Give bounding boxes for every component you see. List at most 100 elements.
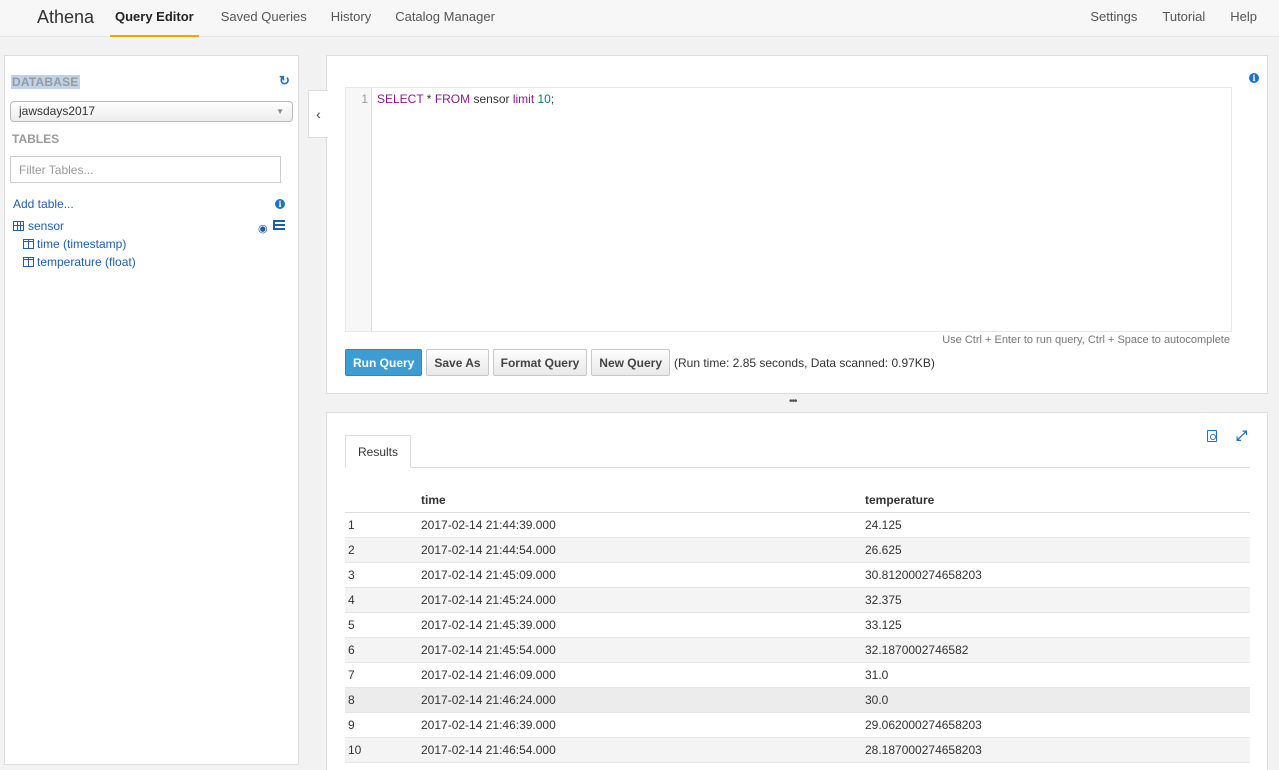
- query-editor-panel: i 1 SELECT * FROM sensor limit 10; Use C…: [326, 55, 1268, 394]
- collapse-sidebar-button[interactable]: ‹: [308, 90, 328, 138]
- row-index: 1: [345, 512, 421, 538]
- save-as-button[interactable]: Save As: [426, 349, 489, 376]
- info-icon[interactable]: i: [275, 199, 285, 209]
- sql-code-line[interactable]: SELECT * FROM sensor limit 10;: [377, 92, 554, 106]
- cell-time: 2017-02-14 21:45:24.000: [421, 587, 865, 613]
- cell-temperature: 30.812000274658203: [865, 562, 1250, 588]
- sql-keyword: FROM: [434, 92, 471, 106]
- sql-text: sensor: [470, 92, 513, 106]
- column-icon: [23, 239, 34, 249]
- table-row: 5 2017-02-14 21:45:39.000 33.125: [345, 612, 1250, 638]
- column-header-time: time: [421, 487, 865, 513]
- nav-saved-queries[interactable]: Saved Queries: [209, 0, 319, 37]
- editor-gutter: 1: [346, 88, 372, 331]
- row-index: 7: [345, 662, 421, 688]
- cell-temperature: 31.0: [865, 662, 1250, 688]
- row-index: 5: [345, 612, 421, 638]
- cell-temperature: 26.625: [865, 537, 1250, 563]
- table-row: 8 2017-02-14 21:46:24.000 30.0: [345, 687, 1250, 713]
- database-select-value: jawsdays2017: [19, 104, 96, 118]
- cell-time: 2017-02-14 21:45:09.000: [421, 562, 865, 588]
- expand-icon[interactable]: ⤢: [1236, 427, 1247, 444]
- nav-query-editor[interactable]: Query Editor: [110, 0, 199, 37]
- results-table: time temperature 1 2017-02-14 21:44:39.0…: [345, 487, 1250, 763]
- nav-history[interactable]: History: [319, 0, 383, 37]
- pdf-download-icon[interactable]: [1207, 430, 1217, 442]
- cell-temperature: 33.125: [865, 612, 1250, 638]
- secondary-nav: Settings Tutorial Help: [1065, 0, 1257, 37]
- sql-text: ;: [550, 92, 555, 106]
- cell-time: 2017-02-14 21:46:09.000: [421, 662, 865, 688]
- info-icon[interactable]: i: [1249, 73, 1259, 83]
- row-index: 9: [345, 712, 421, 738]
- chevron-left-icon: ‹: [316, 106, 321, 122]
- column-icon: [23, 257, 34, 267]
- tables-label: TABLES: [12, 132, 60, 146]
- table-header-row: time temperature: [345, 487, 1250, 513]
- run-query-button[interactable]: Run Query: [345, 349, 423, 376]
- cell-time: 2017-02-14 21:45:54.000: [421, 637, 865, 663]
- eye-icon[interactable]: ◉: [258, 222, 268, 235]
- run-stats: (Run time: 2.85 seconds, Data scanned: 0…: [674, 355, 935, 370]
- nav-help[interactable]: Help: [1205, 0, 1257, 37]
- row-index: 3: [345, 562, 421, 588]
- filter-tables-input[interactable]: [10, 156, 281, 183]
- nav-settings[interactable]: Settings: [1065, 0, 1137, 37]
- top-navbar: Athena Query Editor Saved Queries Histor…: [0, 0, 1279, 37]
- table-item-sensor[interactable]: sensor: [13, 219, 64, 233]
- table-row: 7 2017-02-14 21:46:09.000 31.0: [345, 662, 1250, 688]
- column-item-time[interactable]: time (timestamp): [23, 237, 126, 251]
- new-query-button[interactable]: New Query: [591, 349, 670, 376]
- column-name: time (timestamp): [37, 237, 127, 251]
- cell-temperature: 29.062000274658203: [865, 712, 1250, 738]
- table-row: 9 2017-02-14 21:46:39.000 29.06200027465…: [345, 712, 1250, 738]
- editor-shortcut-hint: Use Ctrl + Enter to run query, Ctrl + Sp…: [942, 334, 1230, 346]
- row-index: 2: [345, 537, 421, 563]
- column-item-temperature[interactable]: temperature (float): [23, 255, 136, 269]
- table-row: 2 2017-02-14 21:44:54.000 26.625: [345, 537, 1250, 563]
- column-name: temperature (float): [37, 255, 136, 269]
- refresh-icon[interactable]: ↻: [279, 74, 293, 88]
- cell-temperature: 30.0: [865, 687, 1250, 713]
- sql-editor[interactable]: 1 SELECT * FROM sensor limit 10;: [345, 87, 1232, 332]
- add-table-link[interactable]: Add table...: [13, 197, 74, 211]
- nav-catalog-manager[interactable]: Catalog Manager: [383, 0, 507, 37]
- cell-time: 2017-02-14 21:45:39.000: [421, 612, 865, 638]
- database-select[interactable]: jawsdays2017 ▼: [10, 101, 293, 122]
- chevron-down-icon: ▼: [276, 107, 284, 116]
- column-header-temperature: temperature: [865, 487, 1250, 513]
- table-row: 6 2017-02-14 21:45:54.000 32.18700027465…: [345, 637, 1250, 663]
- tab-results[interactable]: Results: [345, 435, 412, 468]
- primary-nav: Query Editor Saved Queries History Catal…: [110, 0, 507, 37]
- results-panel: ⤢ Results time temperature 1 2017-02-14 …: [326, 412, 1268, 770]
- cell-time: 2017-02-14 21:44:39.000: [421, 512, 865, 538]
- table-row: 4 2017-02-14 21:45:24.000 32.375: [345, 587, 1250, 613]
- row-index: 4: [345, 587, 421, 613]
- cell-temperature: 24.125: [865, 512, 1250, 538]
- database-sidebar: DATABASE ↻ jawsdays2017 ▼ TABLES Add tab…: [4, 55, 299, 765]
- cell-temperature: 32.1870002746582: [865, 637, 1250, 663]
- cell-time: 2017-02-14 21:46:39.000: [421, 712, 865, 738]
- panel-resize-handle[interactable]: •••: [789, 396, 797, 407]
- row-index: 6: [345, 637, 421, 663]
- nav-tutorial[interactable]: Tutorial: [1137, 0, 1205, 37]
- brand-logo[interactable]: Athena: [37, 7, 94, 28]
- cell-time: 2017-02-14 21:46:24.000: [421, 687, 865, 713]
- table-row: 1 2017-02-14 21:44:39.000 24.125: [345, 512, 1250, 538]
- format-query-button[interactable]: Format Query: [492, 349, 588, 376]
- line-number: 1: [361, 92, 368, 106]
- editor-toolbar: Run Query Save As Format Query New Query…: [345, 349, 935, 376]
- list-icon[interactable]: [273, 220, 285, 230]
- table-name: sensor: [28, 219, 65, 233]
- column-header-index: [345, 487, 421, 513]
- row-index: 8: [345, 687, 421, 713]
- sql-text: *: [423, 92, 435, 106]
- results-tab-bar: [345, 467, 1250, 468]
- sql-number: 10: [537, 92, 551, 106]
- cell-time: 2017-02-14 21:44:54.000: [421, 537, 865, 563]
- row-index: 10: [345, 737, 421, 763]
- cell-time: 2017-02-14 21:46:54.000: [421, 737, 865, 763]
- cell-temperature: 28.187000274658203: [865, 737, 1250, 763]
- table-row: 3 2017-02-14 21:45:09.000 30.81200027465…: [345, 562, 1250, 588]
- cell-temperature: 32.375: [865, 587, 1250, 613]
